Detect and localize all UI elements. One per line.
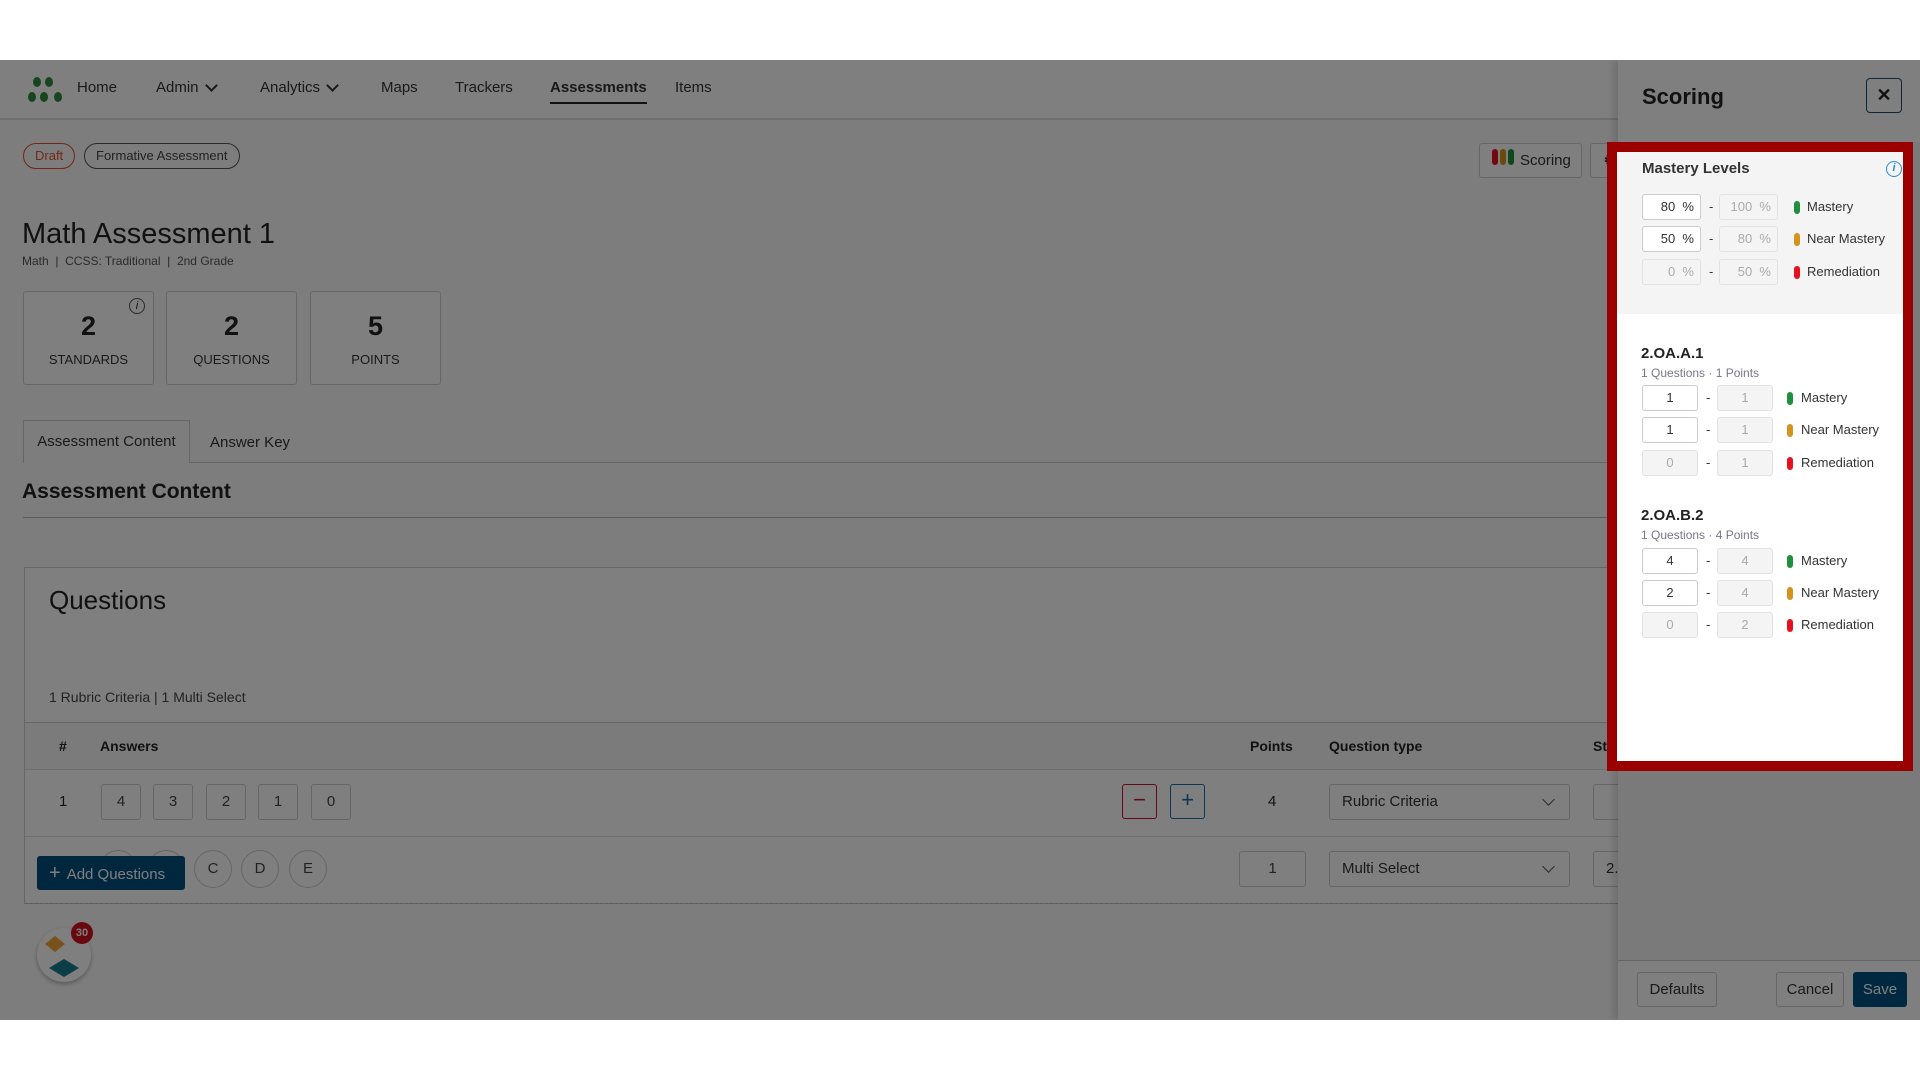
min-input: 0 [1642, 612, 1698, 638]
min-input[interactable]: 1 [1642, 385, 1698, 411]
level-label: Near Mastery [1801, 422, 1880, 437]
level-color-icon [1794, 201, 1800, 214]
level-label: Mastery [1807, 199, 1854, 214]
percent-unit: % [1675, 264, 1694, 279]
min-input[interactable]: 80 % [1642, 194, 1701, 220]
standard-summary: 1 Questions · 1 Points [1641, 366, 1760, 380]
info-icon[interactable]: i [1886, 161, 1902, 177]
level-color-icon [1787, 555, 1793, 568]
max-input: 4 [1717, 580, 1773, 606]
range-dash: - [1709, 199, 1714, 214]
max-input: 1 [1717, 417, 1773, 443]
range-dash: - [1706, 422, 1711, 437]
range-dash: - [1706, 455, 1711, 470]
max-input: 4 [1717, 548, 1773, 574]
level-color-icon [1787, 392, 1793, 405]
mastery-row: 4-4 Mastery [1617, 548, 1907, 576]
highlighted-scoring-content: Mastery Levels i 80 % -100 % Mastery 50 % -8… [1607, 142, 1913, 771]
level-label: Remediation [1807, 264, 1880, 279]
level-color-icon [1794, 266, 1800, 279]
level-label: Near Mastery [1807, 231, 1886, 246]
percent-unit: % [1752, 264, 1771, 279]
min-input[interactable]: 50 % [1642, 226, 1701, 252]
standard-code: 2.OA.A.1 [1641, 345, 1704, 362]
max-input: 2 [1717, 612, 1773, 638]
range-dash: - [1706, 390, 1711, 405]
range-dash: - [1706, 585, 1711, 600]
level-label: Mastery [1801, 553, 1848, 568]
mastery-row: 0-1 Remediation [1617, 450, 1907, 478]
mastery-row: 1-1 Mastery [1617, 385, 1907, 413]
range-dash: - [1709, 231, 1714, 246]
mastery-row: 1-1 Near Mastery [1617, 417, 1907, 445]
max-input: 80 % [1719, 226, 1778, 252]
level-label: Near Mastery [1801, 585, 1880, 600]
max-input: 1 [1717, 450, 1773, 476]
level-color-icon [1787, 457, 1793, 470]
mastery-row: 50 % -80 % Near Mastery [1617, 226, 1907, 254]
mastery-row: 80 % -100 % Mastery [1617, 194, 1907, 222]
min-input: 0 % [1642, 259, 1701, 285]
mastery-row: 2-4 Near Mastery [1617, 580, 1907, 608]
level-label: Remediation [1801, 455, 1874, 470]
level-color-icon [1794, 233, 1800, 246]
min-input[interactable]: 2 [1642, 580, 1698, 606]
min-input[interactable]: 1 [1642, 417, 1698, 443]
mastery-levels-title: Mastery Levels [1642, 160, 1750, 177]
level-label: Mastery [1801, 390, 1848, 405]
mastery-levels-section: Mastery Levels i 80 % -100 % Mastery 50 % -8… [1617, 152, 1903, 314]
level-color-icon [1787, 619, 1793, 632]
max-input: 1 [1717, 385, 1773, 411]
level-label: Remediation [1801, 617, 1874, 632]
level-color-icon [1787, 587, 1793, 600]
percent-unit: % [1675, 231, 1694, 246]
percent-unit: % [1752, 199, 1771, 214]
max-input: 50 % [1719, 259, 1778, 285]
mastery-row: 0 % -50 % Remediation [1617, 259, 1907, 287]
range-dash: - [1706, 617, 1711, 632]
min-input[interactable]: 4 [1642, 548, 1698, 574]
mastery-row: 0-2 Remediation [1617, 612, 1907, 640]
max-input: 100 % [1719, 194, 1778, 220]
percent-unit: % [1675, 199, 1694, 214]
range-dash: - [1706, 553, 1711, 568]
standard-summary: 1 Questions · 4 Points [1641, 528, 1760, 542]
min-input: 0 [1642, 450, 1698, 476]
percent-unit: % [1752, 231, 1771, 246]
standard-code: 2.OA.B.2 [1641, 507, 1704, 524]
range-dash: - [1709, 264, 1714, 279]
level-color-icon [1787, 424, 1793, 437]
